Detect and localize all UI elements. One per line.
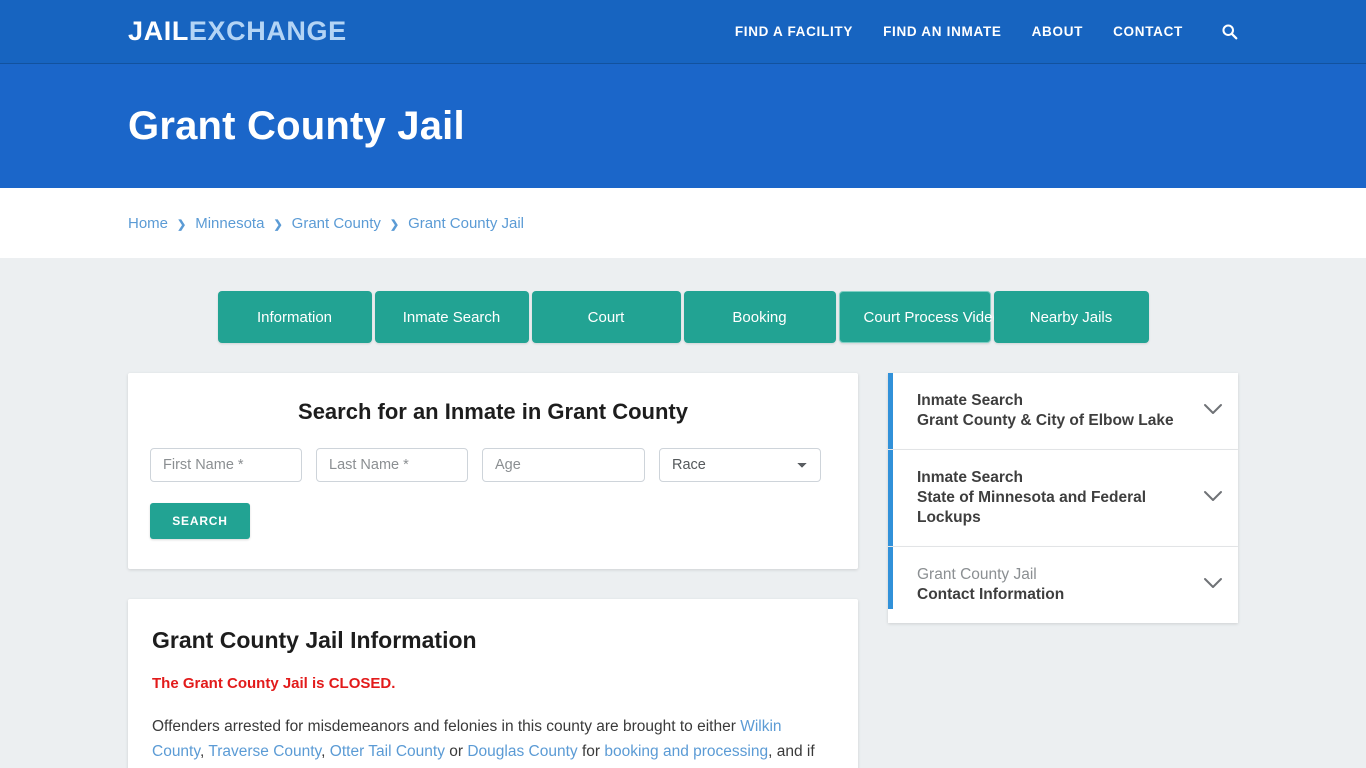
link-booking-and-processing[interactable]: booking and processing xyxy=(604,743,768,760)
tab-inmate-search[interactable]: Inmate Search xyxy=(374,291,529,343)
information-paragraph: Offenders arrested for misdemeanors and … xyxy=(152,714,834,768)
accordion-item-text: Inmate Search Grant County & City of Elb… xyxy=(917,391,1192,431)
nav-item-find-an-inmate[interactable]: FIND AN INMATE xyxy=(883,24,1002,39)
para-text: or xyxy=(444,743,468,760)
chevron-right-icon: ❯ xyxy=(389,218,400,231)
age-input[interactable] xyxy=(482,448,645,482)
search-card-title: Search for an Inmate in Grant County xyxy=(298,399,688,424)
sidebar-accordion: Inmate Search Grant County & City of Elb… xyxy=(888,373,1238,623)
link-traverse-county[interactable]: Traverse County xyxy=(208,743,321,760)
link-otter-tail-county[interactable]: Otter Tail County xyxy=(330,743,445,760)
race-select[interactable]: Race xyxy=(659,448,821,482)
tab-court[interactable]: Court xyxy=(531,291,681,343)
accordion-item-text: Grant County Jail Contact Information xyxy=(917,565,1192,605)
nav-item-about[interactable]: ABOUT xyxy=(1032,24,1084,39)
link-douglas-county[interactable]: Douglas County xyxy=(467,743,577,760)
para-text: , xyxy=(321,743,330,760)
tab-court-process-video[interactable]: Court Process Video xyxy=(838,291,1001,343)
accordion-item-line2: Grant County & City of Elbow Lake xyxy=(917,412,1174,429)
main-navigation: FIND A FACILITY FIND AN INMATE ABOUT CON… xyxy=(735,23,1238,40)
nav-item-contact[interactable]: CONTACT xyxy=(1113,24,1183,39)
chevron-down-icon[interactable] xyxy=(1202,489,1224,508)
closed-notice: The Grant County Jail is CLOSED. xyxy=(152,675,396,692)
tab-booking[interactable]: Booking xyxy=(683,291,836,343)
page-body: Information Inmate Search Court Booking … xyxy=(0,258,1366,768)
tab-information[interactable]: Information xyxy=(217,291,372,343)
logo-text-jail: JAIL xyxy=(128,16,189,46)
search-fields-row: Race xyxy=(150,448,836,482)
site-logo[interactable]: JAILEXCHANGE xyxy=(128,18,347,45)
breadcrumb: Home ❯ Minnesota ❯ Grant County ❯ Grant … xyxy=(128,215,524,232)
logo-text-exchange: EXCHANGE xyxy=(188,16,347,46)
content-wrapper: Search for an Inmate in Grant County Rac… xyxy=(0,373,1366,768)
chevron-down-icon[interactable] xyxy=(1202,402,1224,421)
accordion-item-text: Inmate Search State of Minnesota and Fed… xyxy=(917,468,1192,528)
tab-nearby-jails[interactable]: Nearby Jails xyxy=(993,291,1149,343)
site-header: JAILEXCHANGE FIND A FACILITY FIND AN INM… xyxy=(0,0,1366,64)
breadcrumb-item-home[interactable]: Home xyxy=(128,215,168,232)
chevron-right-icon: ❯ xyxy=(177,218,187,231)
accordion-item-line2: Contact Information xyxy=(917,586,1065,603)
search-icon[interactable] xyxy=(1221,23,1238,40)
search-button[interactable]: SEARCH xyxy=(150,503,250,539)
chevron-down-icon[interactable] xyxy=(1202,576,1224,595)
accordion-item-contact-information[interactable]: Grant County Jail Contact Information xyxy=(888,547,1238,623)
accordion-item-inmate-search-county[interactable]: Inmate Search Grant County & City of Elb… xyxy=(888,373,1238,450)
page-title: Grant County Jail xyxy=(128,103,465,148)
jail-information-card: Grant County Jail Information The Grant … xyxy=(128,599,858,768)
accordion-item-line1: Inmate Search xyxy=(917,392,1023,409)
breadcrumb-band: Home ❯ Minnesota ❯ Grant County ❯ Grant … xyxy=(0,188,1366,258)
last-name-input[interactable] xyxy=(316,448,468,482)
nav-item-find-a-facility[interactable]: FIND A FACILITY xyxy=(735,24,853,39)
main-column: Search for an Inmate in Grant County Rac… xyxy=(128,373,858,768)
chevron-right-icon: ❯ xyxy=(273,218,283,231)
accordion-item-line2: State of Minnesota and Federal Lockups xyxy=(917,489,1147,526)
information-heading: Grant County Jail Information xyxy=(152,627,477,653)
hero-banner: Grant County Jail xyxy=(0,64,1366,188)
inmate-search-card: Search for an Inmate in Grant County Rac… xyxy=(128,373,858,569)
sidebar-column: Inmate Search Grant County & City of Elb… xyxy=(888,373,1238,623)
accordion-item-line1: Grant County Jail xyxy=(917,566,1037,583)
breadcrumb-item-current: Grant County Jail xyxy=(408,214,524,232)
section-tabs: Information Inmate Search Court Booking … xyxy=(0,291,1366,343)
para-text: Offenders arrested for misdemeanors and … xyxy=(152,718,741,735)
breadcrumb-item-grant-county[interactable]: Grant County xyxy=(292,215,381,232)
para-text: for xyxy=(577,743,605,760)
first-name-input[interactable] xyxy=(150,448,302,482)
accordion-item-inmate-search-state[interactable]: Inmate Search State of Minnesota and Fed… xyxy=(888,450,1238,547)
breadcrumb-item-minnesota[interactable]: Minnesota xyxy=(195,215,264,232)
accordion-item-line1: Inmate Search xyxy=(917,469,1023,486)
